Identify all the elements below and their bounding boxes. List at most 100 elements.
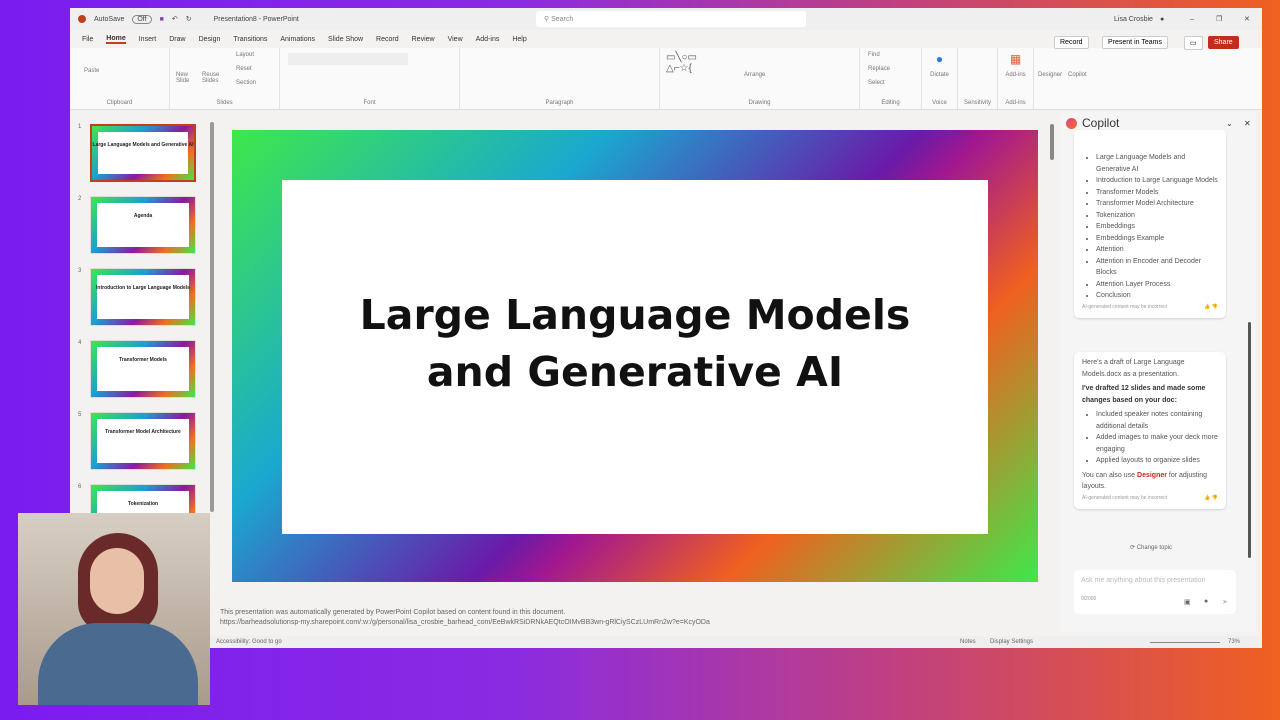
new-slide-button[interactable]: New Slide [176, 72, 196, 84]
list-item: Added images to make your deck more enga… [1096, 432, 1218, 455]
prompt-guide-icon[interactable]: ▣ [1184, 598, 1191, 606]
title-bar: AutoSave Off ■ ↶ ↻ Presentation8 - Power… [70, 8, 1262, 30]
slide-title[interactable]: Large Language Models and Generative AI [360, 287, 911, 401]
minimize-button[interactable]: – [1190, 16, 1194, 23]
search-placeholder: Search [551, 16, 574, 23]
thumbnail-title: Tokenization [127, 501, 159, 507]
tab-insert[interactable]: Insert [139, 36, 157, 43]
chevron-down-icon[interactable]: ⌄ [1226, 119, 1233, 128]
title-line-1: Large Language Models [359, 291, 911, 339]
change-topic-button[interactable]: ⟳ Change topic [1130, 544, 1172, 551]
tab-view[interactable]: View [448, 36, 463, 43]
tab-help[interactable]: Help [512, 36, 526, 43]
thumbs-up-icon[interactable]: 👍 [1204, 304, 1210, 310]
zoom-level[interactable]: 73% [1228, 639, 1240, 645]
slide-thumbnail[interactable]: Transformer Models [90, 340, 196, 398]
slide-thumbnail[interactable]: Large Language Models and Generative AI [90, 124, 196, 182]
section-button[interactable]: Section [236, 80, 256, 86]
notes-button[interactable]: Notes [960, 639, 976, 645]
tab-design[interactable]: Design [199, 36, 221, 43]
powerpoint-window: AutoSave Off ■ ↶ ↻ Presentation8 - Power… [70, 8, 1262, 648]
comments-button[interactable]: ▭ [1184, 36, 1203, 50]
dictate-button[interactable]: Dictate [930, 72, 949, 78]
send-icon[interactable]: ➤ [1222, 598, 1228, 606]
search-input[interactable]: ⚲ Search [536, 11, 806, 27]
thumbs-up-icon[interactable]: 👍 [1204, 495, 1210, 501]
list-item: Introduction to Large Language Models [1096, 175, 1218, 187]
designer-pre: You can also use [1082, 471, 1138, 479]
editor-scrollbar[interactable] [1050, 124, 1054, 160]
designer-copilot-group: Designer Copilot [1034, 48, 1104, 109]
undo-icon[interactable]: ↶ [172, 15, 178, 23]
thumbs-down-icon[interactable]: 👎 [1212, 304, 1218, 310]
microphone-icon[interactable]: ● [1204, 598, 1208, 605]
display-settings-button[interactable]: Display Settings [990, 639, 1033, 645]
tab-review[interactable]: Review [412, 36, 435, 43]
thumbnails-scrollbar[interactable] [210, 122, 214, 512]
changes-list: Included speaker notes containing additi… [1082, 409, 1218, 467]
list-item: Attention [1096, 244, 1218, 256]
reset-button[interactable]: Reset [236, 66, 252, 72]
slide-thumbnail[interactable]: Transformer Model Architecture [90, 412, 196, 470]
restore-button[interactable]: ❐ [1216, 15, 1222, 23]
copilot-scrollbar[interactable] [1248, 322, 1251, 558]
select-button[interactable]: Select [868, 80, 885, 86]
copilot-button[interactable]: Copilot [1068, 72, 1087, 78]
tab-file[interactable]: File [82, 36, 93, 43]
replace-button[interactable]: Replace [868, 66, 890, 72]
autosave-toggle[interactable]: Off [132, 14, 152, 24]
notes-link[interactable]: https://barheadsolutionsp-my.sharepoint.… [220, 618, 710, 628]
slide-canvas[interactable]: Large Language Models and Generative AI [232, 130, 1038, 582]
doc-title: Presentation8 - PowerPoint [213, 15, 299, 23]
present-in-teams-button[interactable]: Present in Teams [1102, 36, 1168, 49]
list-item: Embeddings Example [1096, 233, 1218, 245]
tab-add-ins[interactable]: Add-ins [476, 36, 500, 43]
addins-button[interactable]: Add-ins [1005, 72, 1025, 78]
tab-home[interactable]: Home [106, 35, 126, 44]
zoom-slider[interactable] [1150, 642, 1220, 643]
sensitivity-group: Sensitivity [958, 48, 998, 109]
arrange-button[interactable]: Arrange [744, 72, 765, 78]
voice-group: Dictate ● Voice [922, 48, 958, 109]
list-item: Embeddings [1096, 221, 1218, 233]
list-item: Tokenization [1096, 210, 1218, 222]
user-name[interactable]: Lisa Crosbie [1114, 16, 1153, 23]
editing-group: Find Replace Select Editing [860, 48, 922, 109]
redo-icon[interactable]: ↻ [186, 15, 192, 23]
close-icon[interactable]: ✕ [1244, 119, 1251, 128]
copilot-prompt-input[interactable]: Ask me anything about this presentation … [1074, 570, 1236, 614]
tab-transitions[interactable]: Transitions [233, 36, 267, 43]
slide-thumbnail[interactable]: Agenda [90, 196, 196, 254]
group-label: Drawing [748, 100, 771, 106]
notes-line: This presentation was automatically gene… [220, 609, 566, 616]
share-button[interactable]: Share [1208, 36, 1239, 49]
notes-pane[interactable]: This presentation was automatically gene… [220, 608, 710, 628]
designer-button[interactable]: Designer [1038, 72, 1062, 78]
group-label: Editing [881, 100, 900, 106]
avatar[interactable]: ● [1160, 16, 1164, 23]
find-button[interactable]: Find [868, 52, 880, 58]
designer-link[interactable]: Designer [1137, 472, 1167, 479]
paste-button[interactable]: Paste [84, 68, 99, 74]
tab-draw[interactable]: Draw [169, 36, 185, 43]
slide-number: 5 [78, 412, 82, 418]
thumbs-down-icon[interactable]: 👎 [1212, 495, 1218, 501]
slide-thumbnail[interactable]: Introduction to Large Language Models [90, 268, 196, 326]
save-icon[interactable]: ■ [160, 16, 164, 23]
font-group: Font [280, 48, 460, 109]
tab-animations[interactable]: Animations [280, 36, 315, 43]
accessibility-status[interactable]: Accessibility: Good to go [216, 639, 282, 645]
disclaimer: AI-generated content may be incorrect [1082, 303, 1168, 310]
tab-slide-show[interactable]: Slide Show [328, 36, 363, 43]
outline-list: Large Language Models and Generative AII… [1082, 152, 1218, 302]
thumbnail-title: Agenda [133, 213, 153, 219]
font-name-input[interactable] [288, 53, 408, 65]
reuse-slides-button[interactable]: Reuse Slides [202, 72, 226, 84]
tab-record[interactable]: Record [376, 36, 399, 43]
layout-button[interactable]: Layout [236, 52, 254, 58]
title-line-2: and Generative AI [426, 348, 844, 396]
close-button[interactable]: ✕ [1244, 15, 1250, 23]
addins-icon: ▦ [1009, 52, 1022, 66]
thumbnail-frame [91, 269, 195, 325]
shapes-gallery[interactable]: ▭╲○▭ △⌐☆{ [666, 52, 697, 74]
